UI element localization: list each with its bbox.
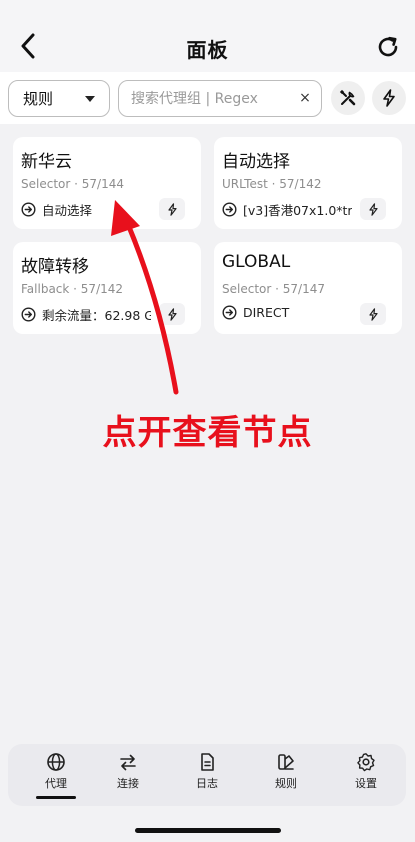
current-node: 自动选择 <box>21 200 151 219</box>
current-node-label: 自动选择 <box>42 203 93 218</box>
document-icon <box>201 753 214 771</box>
arrow-right-circle-icon <box>21 307 36 322</box>
flash-icon <box>167 202 177 216</box>
arrow-right-circle-icon <box>222 305 237 320</box>
current-node-label: [v3]香港07x1.0*tro <box>243 203 352 218</box>
toolbar: 规则 × <box>0 72 415 124</box>
tools-button[interactable] <box>331 81 365 115</box>
group-meta: Fallback · 57/142 <box>21 282 124 296</box>
group-count: 57/142 <box>80 282 124 296</box>
flash-icon <box>383 89 395 107</box>
group-meta: Selector · 57/147 <box>222 282 325 296</box>
header: 面板 <box>0 0 415 72</box>
arrow-right-circle-icon <box>21 202 36 217</box>
test-all-latency-button[interactable] <box>372 81 406 115</box>
current-node-label: DIRECT <box>243 305 290 320</box>
group-name: 自动选择 <box>222 152 290 172</box>
nav-label: 设置 <box>355 777 377 790</box>
search-box[interactable]: × <box>118 80 322 117</box>
nav-item-connections[interactable]: 连接 <box>98 752 158 798</box>
latency-test-button[interactable] <box>159 303 185 325</box>
group-name: GLOBAL <box>222 252 291 272</box>
nav-item-logs[interactable]: 日志 <box>177 752 237 798</box>
active-tab-indicator <box>36 796 76 799</box>
latency-test-button[interactable] <box>159 198 185 220</box>
current-node: [v3]香港07x1.0*tro <box>222 200 352 219</box>
tools-icon <box>339 89 356 106</box>
search-input[interactable] <box>131 88 291 110</box>
clear-search-button[interactable]: × <box>297 90 313 106</box>
mode-select-value: 规则 <box>23 90 54 108</box>
proxy-group-card[interactable]: 新华云 Selector · 57/144 自动选择 <box>13 137 201 229</box>
group-name: 故障转移 <box>21 257 89 277</box>
nav-item-proxies[interactable]: 代理 <box>26 752 86 798</box>
current-node: 剩余流量：62.98 G <box>21 305 151 324</box>
proxy-group-card[interactable]: 故障转移 Fallback · 57/142 剩余流量：62.98 G <box>13 242 201 334</box>
bottom-nav: 代理 连接 日志 规则 设置 <box>8 744 406 806</box>
nav-label: 代理 <box>45 777 67 790</box>
page-title: 面板 <box>186 38 229 62</box>
rules-icon <box>278 754 294 770</box>
group-type: URLTest <box>222 177 268 191</box>
nav-item-settings[interactable]: 设置 <box>336 752 396 798</box>
flash-icon <box>368 202 378 216</box>
refresh-button[interactable] <box>373 32 403 62</box>
group-type: Selector <box>222 282 272 296</box>
home-indicator <box>135 828 281 833</box>
current-node-label: 剩余流量：62.98 G <box>42 308 151 323</box>
latency-test-button[interactable] <box>360 198 386 220</box>
proxy-group-card[interactable]: GLOBAL Selector · 57/147 DIRECT <box>214 242 402 334</box>
group-count: 57/147 <box>282 282 325 296</box>
nav-label: 日志 <box>196 777 218 790</box>
proxy-group-card[interactable]: 自动选择 URLTest · 57/142 [v3]香港07x1.0*tro <box>214 137 402 229</box>
group-meta: URLTest · 57/142 <box>222 177 322 191</box>
group-meta: Selector · 57/144 <box>21 177 124 191</box>
nav-label: 连接 <box>117 777 139 790</box>
flash-icon <box>368 307 378 321</box>
swap-icon <box>120 754 136 771</box>
refresh-icon <box>378 36 398 57</box>
nav-label: 规则 <box>275 777 297 790</box>
group-count: 57/142 <box>279 177 322 191</box>
arrow-right-circle-icon <box>222 202 237 217</box>
latency-test-button[interactable] <box>360 303 386 325</box>
chevron-down-icon <box>85 96 95 102</box>
group-count: 57/144 <box>81 177 124 191</box>
mode-select[interactable]: 规则 <box>8 80 110 117</box>
globe-icon <box>47 753 65 771</box>
group-name: 新华云 <box>21 152 72 172</box>
annotation-text: 点开查看节点 <box>102 413 313 453</box>
group-type: Fallback <box>21 282 70 296</box>
current-node: DIRECT <box>222 305 352 320</box>
flash-icon <box>167 307 177 321</box>
group-type: Selector <box>21 177 71 191</box>
nav-item-rules[interactable]: 规则 <box>256 752 316 798</box>
settings-icon <box>357 753 375 772</box>
